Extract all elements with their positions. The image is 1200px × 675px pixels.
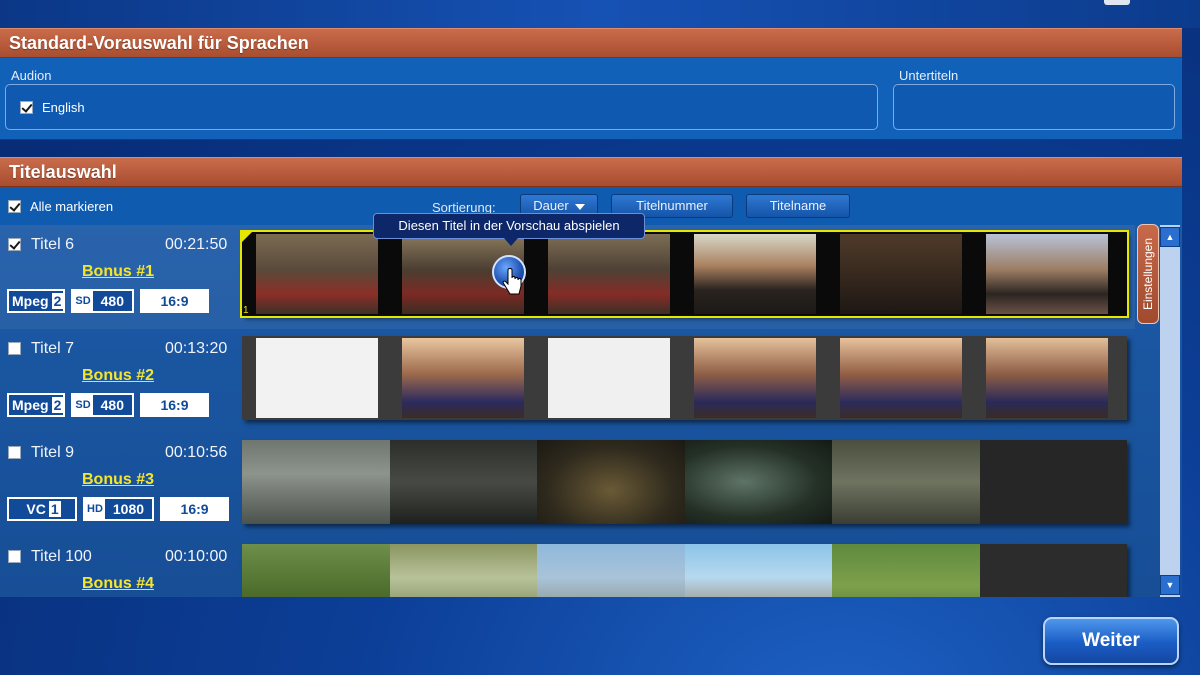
settings-side-tab[interactable]: Einstellungen (1137, 224, 1159, 324)
resolution-badge: HD 1080 (83, 497, 155, 521)
codec-badge: VC 1 (7, 497, 77, 521)
preview-thumbnail[interactable] (548, 234, 670, 314)
english-label: English (42, 100, 85, 115)
play-marker-icon (242, 232, 252, 242)
preview-thumbnail[interactable] (537, 440, 685, 524)
title-name: Titel 100 (31, 548, 92, 565)
format-badges: VC 1 HD 1080 16:9 (7, 497, 230, 521)
title-bonus-link[interactable]: Bonus #4 (0, 575, 236, 593)
settings-tab-label: Einstellungen (1141, 237, 1155, 311)
subtitles-group-label: Untertiteln (899, 68, 959, 83)
title-checkbox[interactable] (8, 446, 21, 459)
format-badges: Mpeg 2 SD 480 16:9 (7, 289, 209, 313)
sort-name-label: Titelname (769, 198, 827, 213)
aspect-badge: 16:9 (140, 393, 209, 417)
title-bonus-link[interactable]: Bonus #3 (0, 471, 236, 489)
preview-thumbnail[interactable] (694, 338, 816, 418)
select-all-label: Alle markieren (30, 199, 114, 214)
window-control-icon[interactable] (1104, 0, 1130, 5)
title-row[interactable]: Titel 6 00:21:50 Bonus #1 Mpeg 2 SD 480 16… (0, 225, 1135, 329)
audio-group-box (5, 84, 878, 130)
preview-thumbnail[interactable] (840, 234, 962, 314)
preview-thumbnail[interactable] (694, 234, 816, 314)
titles-section-title: Titelauswahl (9, 162, 117, 182)
scroll-down-icon[interactable]: ▼ (1160, 575, 1180, 595)
select-all-toggle[interactable]: Alle markieren (8, 199, 113, 214)
title-list-scrollbar[interactable]: ▲ ▼ (1160, 225, 1180, 597)
preview-thumbnail[interactable] (389, 440, 537, 524)
next-button[interactable]: Weiter (1043, 617, 1179, 665)
title-preview-filmstrip[interactable] (242, 544, 1127, 597)
titles-section-header: Titelauswahl (0, 157, 1182, 187)
title-checkbox[interactable] (8, 342, 21, 355)
preview-thumbnail[interactable] (242, 544, 390, 597)
top-strip (0, 0, 1200, 28)
title-list: Titel 6 00:21:50 Bonus #1 Mpeg 2 SD 480 16… (0, 225, 1182, 597)
format-badges: Mpeg 2 SD 480 16:9 (7, 393, 209, 417)
select-all-checkbox[interactable] (8, 200, 21, 213)
title-duration: 00:13:20 (165, 340, 228, 357)
title-name: Titel 7 (31, 340, 74, 357)
preview-thumbnail[interactable] (979, 544, 1127, 597)
aspect-badge: 16:9 (160, 497, 230, 521)
preview-tooltip: Diesen Titel in der Vorschau abspielen (373, 213, 645, 246)
title-duration: 00:10:00 (165, 548, 228, 565)
aspect-badge: 16:9 (140, 289, 209, 313)
languages-section-title: Standard-Vorauswahl für Sprachen (9, 33, 309, 53)
hand-cursor-icon (502, 268, 522, 295)
audio-group-label: Audion (11, 68, 52, 83)
title-row[interactable]: Titel 7 00:13:20 Bonus #2 Mpeg 2 SD 480 16… (0, 329, 1135, 433)
title-duration: 00:21:50 (165, 236, 228, 253)
preview-thumbnail[interactable] (986, 234, 1108, 314)
title-preview-filmstrip[interactable]: 1 (240, 230, 1129, 318)
codec-badge: Mpeg 2 (7, 289, 66, 313)
preview-thumbnail[interactable] (537, 544, 685, 597)
preview-thumbnail[interactable] (832, 440, 980, 524)
preview-thumbnail[interactable] (684, 440, 832, 524)
resolution-badge: SD 480 (71, 289, 134, 313)
title-checkbox[interactable] (8, 238, 21, 251)
audio-language-english[interactable]: English (20, 100, 85, 115)
sort-name-button[interactable]: Titelname (746, 194, 850, 218)
sort-duration-label: Dauer (533, 198, 569, 213)
preview-thumbnail[interactable] (256, 338, 378, 418)
sort-number-label: Titelnummer (636, 198, 708, 213)
preview-thumbnail[interactable] (979, 440, 1127, 524)
frame-number: 1 (243, 305, 249, 316)
scroll-up-icon[interactable]: ▲ (1160, 227, 1180, 247)
title-bonus-link[interactable]: Bonus #2 (0, 367, 236, 385)
chevron-down-icon (574, 203, 585, 210)
preview-thumbnail[interactable] (832, 544, 980, 597)
preview-thumbnail[interactable] (402, 338, 524, 418)
title-checkbox[interactable] (8, 550, 21, 563)
preview-thumbnail[interactable] (242, 440, 390, 524)
preview-thumbnail[interactable] (389, 544, 537, 597)
preview-thumbnail[interactable] (684, 544, 832, 597)
title-duration: 00:10:56 (165, 444, 228, 461)
title-row[interactable]: Titel 9 00:10:56 Bonus #3 VC 1 HD 1080 16:… (0, 433, 1135, 537)
title-row[interactable]: Titel 100 00:10:00 Bonus #4 (0, 537, 1135, 597)
resolution-badge: SD 480 (71, 393, 134, 417)
title-preview-filmstrip[interactable] (242, 440, 1127, 524)
title-bonus-link[interactable]: Bonus #1 (0, 263, 236, 281)
preview-thumbnail[interactable] (256, 234, 378, 314)
title-name: Titel 6 (31, 236, 74, 253)
preview-thumbnail[interactable] (986, 338, 1108, 418)
preview-thumbnail[interactable] (840, 338, 962, 418)
subtitles-group-box (893, 84, 1175, 130)
languages-section-header: Standard-Vorauswahl für Sprachen (0, 28, 1182, 58)
preview-thumbnail[interactable] (548, 338, 670, 418)
title-preview-filmstrip[interactable] (242, 336, 1127, 420)
english-checkbox[interactable] (20, 101, 33, 114)
title-name: Titel 9 (31, 444, 74, 461)
codec-badge: Mpeg 2 (7, 393, 66, 417)
